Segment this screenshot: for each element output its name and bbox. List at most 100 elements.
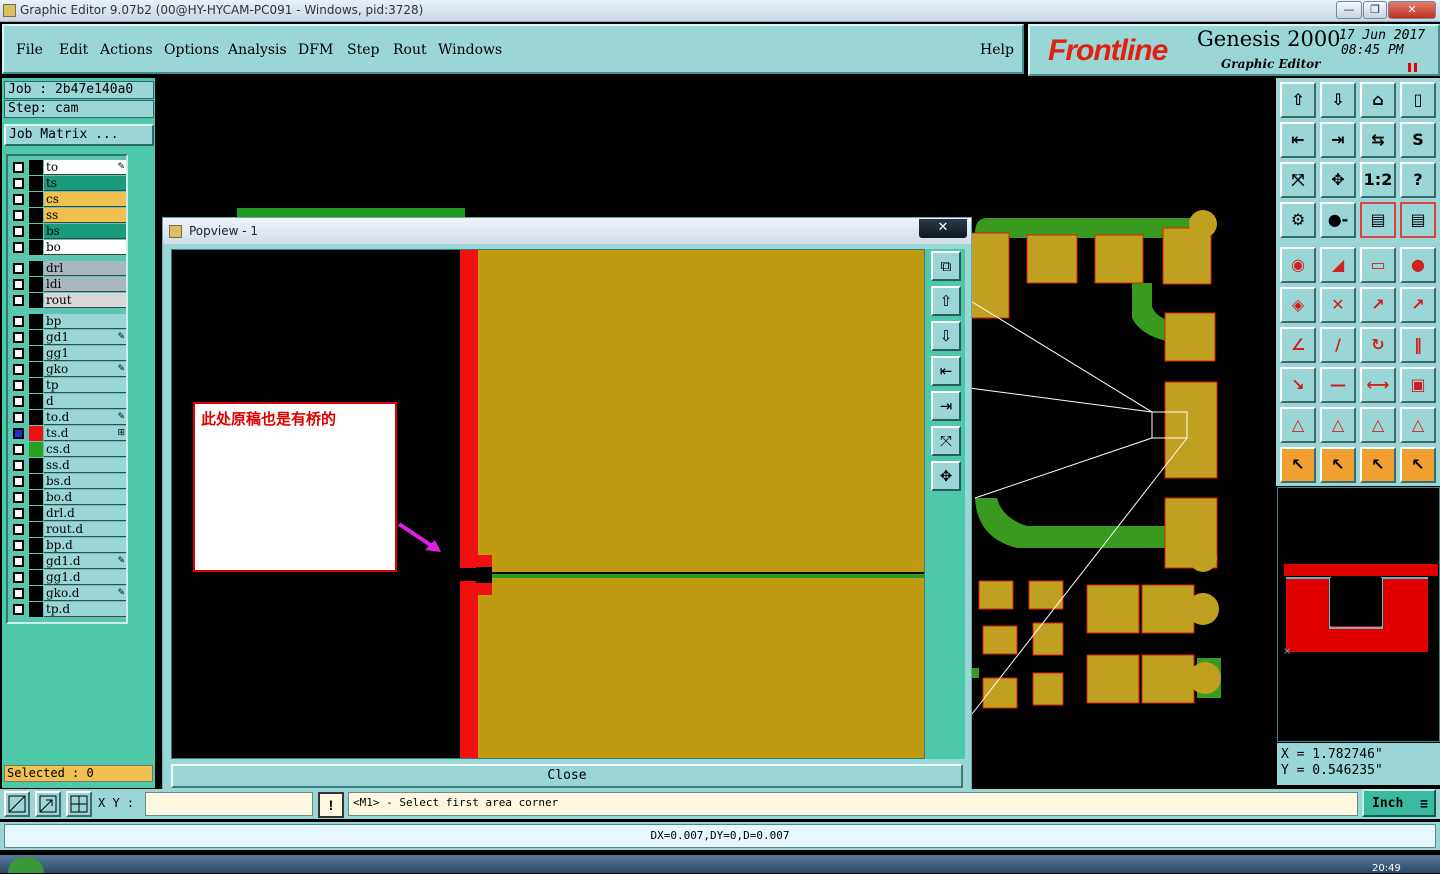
popview-pan-right-icon[interactable]: ⇥: [931, 391, 961, 421]
layer-name[interactable]: tp: [44, 378, 126, 393]
layer-row[interactable]: bs: [9, 224, 127, 239]
layer-row[interactable]: rout.d: [9, 522, 127, 537]
line-node-icon[interactable]: ↗: [1360, 287, 1396, 323]
maximize-button[interactable]: ❐: [1363, 1, 1387, 19]
layer-row[interactable]: tp.d: [9, 602, 127, 617]
layer-row[interactable]: bs.d: [9, 474, 127, 489]
layer-name[interactable]: cs: [44, 192, 126, 207]
fill-icon[interactable]: ◉: [1280, 247, 1316, 283]
rotate-icon[interactable]: ↻: [1360, 327, 1396, 363]
layer-checkbox[interactable]: [13, 412, 24, 423]
pan-right-icon[interactable]: ⇥: [1320, 122, 1356, 158]
pan-up-icon[interactable]: ⇧: [1280, 82, 1316, 118]
layer-row[interactable]: gg1: [9, 346, 127, 361]
start-button[interactable]: [8, 857, 44, 873]
layer-color-swatch[interactable]: [29, 330, 43, 345]
layer-color-swatch[interactable]: [29, 314, 43, 329]
layer-color-swatch[interactable]: [29, 474, 43, 489]
pan-down-icon[interactable]: ⇩: [1320, 82, 1356, 118]
layer-name[interactable]: drl: [44, 261, 126, 276]
layer-color-swatch[interactable]: [29, 458, 43, 473]
layer-name[interactable]: gd1.d: [44, 554, 126, 569]
triangle-up-icon[interactable]: △: [1320, 407, 1356, 443]
split-view-icon[interactable]: ▯: [1400, 82, 1436, 118]
layer-color-swatch[interactable]: [29, 261, 43, 276]
menu-analysis[interactable]: Analysis: [228, 42, 287, 58]
layer-name[interactable]: bp: [44, 314, 126, 329]
popview-zoom-fit-icon[interactable]: ⤧: [931, 426, 961, 456]
layer-checkbox[interactable]: [13, 210, 24, 221]
layer-color-swatch[interactable]: [29, 554, 43, 569]
select-arrow-icon[interactable]: ↖: [1280, 447, 1316, 483]
layer-checkbox[interactable]: [13, 194, 24, 205]
group-icon[interactable]: ▣: [1400, 367, 1436, 403]
popview-titlebar[interactable]: Popview - 1 ✕: [163, 218, 971, 244]
select-box-icon[interactable]: ↖: [1320, 447, 1356, 483]
layer-row[interactable]: bp.d: [9, 538, 127, 553]
popview-close-button[interactable]: Close: [171, 764, 963, 788]
layer-name[interactable]: gg1.d: [44, 570, 126, 585]
layer-checkbox[interactable]: [13, 508, 24, 519]
layer-row[interactable]: rout: [9, 293, 127, 308]
layer-color-swatch[interactable]: [29, 410, 43, 425]
layer-name[interactable]: bs: [44, 224, 126, 239]
menu-help[interactable]: Help: [980, 42, 1014, 58]
layer-checkbox[interactable]: [13, 444, 24, 455]
color-picker-icon[interactable]: ◢: [1320, 247, 1356, 283]
popview-pan-left-icon[interactable]: ⇤: [931, 356, 961, 386]
line-node2-icon[interactable]: ↗: [1400, 287, 1436, 323]
pan-left-icon[interactable]: ⇤: [1280, 122, 1316, 158]
minimize-button[interactable]: —: [1336, 1, 1362, 19]
layer-checkbox[interactable]: [13, 572, 24, 583]
layers-red2-icon[interactable]: ▤: [1400, 202, 1436, 238]
layer-checkbox[interactable]: [13, 279, 24, 290]
layer-checkbox[interactable]: [13, 588, 24, 599]
layer-color-swatch[interactable]: [29, 506, 43, 521]
layers-red-icon[interactable]: ▤: [1360, 202, 1396, 238]
menu-actions[interactable]: Actions: [100, 42, 153, 58]
layer-row[interactable]: cs: [9, 192, 127, 207]
snap-icon[interactable]: ●-: [1320, 202, 1356, 238]
menu-step[interactable]: Step: [347, 42, 379, 58]
layer-checkbox[interactable]: [13, 332, 24, 343]
layer-row[interactable]: to ✎: [9, 160, 127, 175]
layer-name[interactable]: rout: [44, 293, 126, 308]
layer-row[interactable]: gko.d ✎: [9, 586, 127, 601]
diagonal-icon[interactable]: /: [1320, 327, 1356, 363]
layer-row[interactable]: gd1.d ✎: [9, 554, 127, 569]
layer-row[interactable]: drl: [9, 261, 127, 276]
layer-checkbox[interactable]: [13, 178, 24, 189]
menu-file[interactable]: File: [16, 42, 43, 58]
layer-row[interactable]: gko ✎: [9, 362, 127, 377]
layer-row[interactable]: ldi: [9, 277, 127, 292]
menu-rout[interactable]: Rout: [393, 42, 427, 58]
menu-options[interactable]: Options: [164, 42, 219, 58]
layer-row[interactable]: to.d ✎: [9, 410, 127, 425]
layer-checkbox[interactable]: [13, 295, 24, 306]
layer-color-swatch[interactable]: [29, 293, 43, 308]
layer-row[interactable]: bo.d: [9, 490, 127, 505]
layer-color-swatch[interactable]: [29, 442, 43, 457]
job-matrix-button[interactable]: Job Matrix ...: [4, 124, 154, 146]
cross-icon[interactable]: ✕: [1320, 287, 1356, 323]
measure-mode-icon[interactable]: [35, 791, 61, 817]
layer-name[interactable]: cs.d: [44, 442, 126, 457]
layer-color-swatch[interactable]: [29, 586, 43, 601]
layer-row[interactable]: tp: [9, 378, 127, 393]
swap-icon[interactable]: ⇆: [1360, 122, 1396, 158]
layer-row[interactable]: gg1.d: [9, 570, 127, 585]
pause-icon[interactable]: [1408, 63, 1417, 72]
layer-color-swatch[interactable]: [29, 490, 43, 505]
xy-input[interactable]: [145, 792, 313, 816]
layer-color-swatch[interactable]: [29, 602, 43, 617]
layer-checkbox[interactable]: [13, 316, 24, 327]
layer-checkbox[interactable]: [13, 242, 24, 253]
spacing-icon[interactable]: ⟷: [1360, 367, 1396, 403]
ruler-icon[interactable]: ▭: [1360, 247, 1396, 283]
popview-zoom-center-icon[interactable]: ✥: [931, 461, 961, 491]
layer-checkbox[interactable]: [13, 540, 24, 551]
layer-name[interactable]: drl.d: [44, 506, 126, 521]
alert-icon[interactable]: !: [318, 792, 344, 818]
layer-checkbox[interactable]: [13, 380, 24, 391]
layer-name[interactable]: bo: [44, 240, 126, 255]
